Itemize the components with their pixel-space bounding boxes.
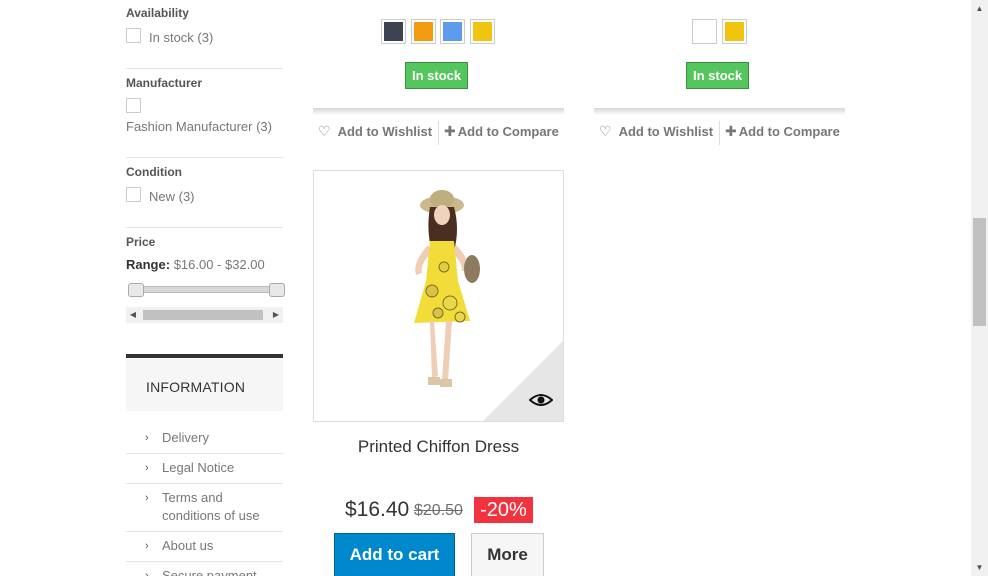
scroll-up-icon[interactable]: ▲ xyxy=(971,0,988,17)
info-link-label[interactable]: About us xyxy=(146,537,283,555)
filter-title-price: Price xyxy=(126,235,156,249)
info-link-secure-payment[interactable]: › Secure payment xyxy=(126,567,283,576)
divider xyxy=(126,483,283,484)
add-to-wishlist-button[interactable]: ♡ Add to Wishlist xyxy=(318,123,432,140)
divider xyxy=(126,68,283,69)
stock-badge: In stock xyxy=(686,62,750,89)
checkbox-new[interactable] xyxy=(126,187,141,202)
filter-label-new[interactable]: New (3) xyxy=(149,189,195,204)
info-link-label[interactable]: Terms and conditions of use xyxy=(146,489,266,525)
divider xyxy=(126,561,283,562)
card-separator xyxy=(313,108,564,115)
plus-icon: ✚ xyxy=(725,123,737,139)
scroll-right-icon[interactable]: ▶ xyxy=(269,307,283,323)
price-slider-max-handle[interactable] xyxy=(269,283,285,297)
action-divider xyxy=(438,121,439,145)
heart-icon: ♡ xyxy=(599,123,612,139)
wishlist-label: Add to Wishlist xyxy=(337,124,433,139)
info-link-label[interactable]: Delivery xyxy=(146,429,283,447)
color-swatch[interactable] xyxy=(381,19,406,44)
divider xyxy=(126,531,283,532)
swatch-color xyxy=(414,22,433,41)
page-vertical-scrollbar[interactable]: ▲ ▼ xyxy=(971,0,988,576)
color-swatch[interactable] xyxy=(692,19,717,44)
color-swatch[interactable] xyxy=(470,19,495,44)
chevron-right-icon: › xyxy=(145,432,149,444)
scroll-down-icon[interactable]: ▼ xyxy=(971,559,988,576)
swatch-color xyxy=(725,22,744,41)
info-link-terms[interactable]: › Terms and conditions of use xyxy=(126,489,266,525)
compare-label: Add to Compare xyxy=(457,124,559,139)
checkbox-fashion-manufacturer[interactable] xyxy=(126,98,141,113)
filter-label-fashion-manufacturer[interactable]: Fashion Manufacturer (3) xyxy=(126,119,272,134)
compare-label: Add to Compare xyxy=(738,124,840,139)
add-to-cart-button[interactable]: Add to cart xyxy=(334,533,455,576)
divider xyxy=(126,227,283,228)
plus-icon: ✚ xyxy=(444,123,456,139)
filter-title-availability: Availability xyxy=(126,6,189,20)
swatch-color xyxy=(384,22,403,41)
filter-label-in-stock[interactable]: In stock (3) xyxy=(149,30,213,45)
scrollbar-thumb[interactable] xyxy=(973,218,986,326)
price-range-value: $16.00 - $32.00 xyxy=(173,257,265,272)
add-to-compare-button[interactable]: ✚ Add to Compare xyxy=(444,123,559,140)
swatch-color xyxy=(443,22,462,41)
chevron-right-icon: › xyxy=(145,492,149,504)
scrollbar-thumb[interactable] xyxy=(143,310,263,320)
product-name[interactable]: Printed Chiffon Dress xyxy=(313,437,564,457)
stock-badge: In stock xyxy=(405,62,469,89)
action-divider xyxy=(719,121,720,145)
information-block-header: INFORMATION xyxy=(126,354,283,411)
info-link-about-us[interactable]: › About us xyxy=(126,537,283,555)
price-range-text: Range: $16.00 - $32.00 xyxy=(126,257,265,272)
divider xyxy=(126,157,283,158)
product-image[interactable] xyxy=(313,170,564,422)
chevron-right-icon: › xyxy=(145,462,149,474)
quickview-corner[interactable] xyxy=(483,341,563,421)
scroll-left-icon[interactable]: ◀ xyxy=(126,307,140,323)
filter-horizontal-scrollbar[interactable]: ◀ ▶ xyxy=(126,307,283,323)
chevron-right-icon: › xyxy=(145,570,149,576)
chevron-right-icon: › xyxy=(145,540,149,552)
filter-title-manufacturer: Manufacturer xyxy=(126,76,203,90)
card-separator xyxy=(594,108,845,115)
heart-icon: ♡ xyxy=(318,123,331,139)
add-to-compare-button[interactable]: ✚ Add to Compare xyxy=(725,123,840,140)
color-swatch[interactable] xyxy=(411,19,436,44)
product-price: $16.40 xyxy=(345,498,410,521)
info-link-label[interactable]: Legal Notice xyxy=(146,459,283,477)
wishlist-label: Add to Wishlist xyxy=(618,124,714,139)
price-slider-track[interactable] xyxy=(131,286,278,293)
product-old-price: $20.50 xyxy=(414,502,463,519)
add-to-wishlist-button[interactable]: ♡ Add to Wishlist xyxy=(599,123,713,140)
info-link-label[interactable]: Secure payment xyxy=(146,567,283,576)
swatch-color xyxy=(695,22,714,41)
checkbox-in-stock[interactable] xyxy=(126,28,141,43)
color-swatch[interactable] xyxy=(722,19,747,44)
eye-icon[interactable] xyxy=(529,393,553,407)
price-slider-min-handle[interactable] xyxy=(128,283,144,297)
swatch-color xyxy=(473,22,492,41)
divider xyxy=(126,453,283,454)
info-link-delivery[interactable]: › Delivery xyxy=(126,429,283,447)
info-link-legal-notice[interactable]: › Legal Notice xyxy=(126,459,283,477)
price-range-label: Range: xyxy=(126,257,171,272)
discount-badge: -20% xyxy=(474,497,533,523)
more-button[interactable]: More xyxy=(471,533,544,576)
information-title: INFORMATION xyxy=(146,379,246,395)
color-swatch[interactable] xyxy=(440,19,465,44)
filter-title-condition: Condition xyxy=(126,165,182,179)
